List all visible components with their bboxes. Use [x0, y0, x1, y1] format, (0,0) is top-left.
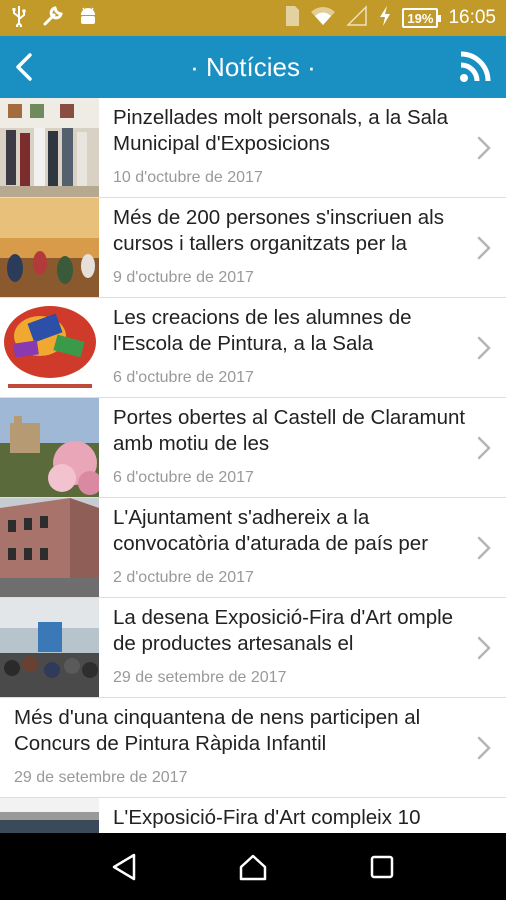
app-bar: · Notícies · [0, 36, 506, 98]
chevron-right-icon [477, 636, 491, 660]
usb-icon [10, 5, 28, 31]
triangle-back-icon [113, 853, 136, 880]
news-date: 9 d'octubre de 2017 [113, 269, 254, 286]
chevron-right-icon [477, 536, 491, 560]
status-time: 16:05 [448, 7, 496, 28]
page-title: · Notícies · [190, 51, 316, 82]
android-icon [78, 5, 98, 31]
chevron-right-icon [477, 136, 491, 160]
navigation-bar [0, 833, 506, 900]
nav-home-button[interactable] [223, 842, 283, 892]
news-date: 29 de setembre de 2017 [14, 769, 188, 786]
news-title: Més d'una cinquantena de nens participen… [14, 706, 421, 755]
news-list: Pinzellades molt personals, a la Sala Mu… [0, 98, 506, 833]
news-item[interactable]: Portes obertes al Castell de Claramunt a… [0, 398, 506, 498]
news-item[interactable]: Més de 200 persones s'inscriuen als curs… [0, 198, 506, 298]
news-title: Portes obertes al Castell de Claramunt a… [113, 406, 466, 455]
news-date: 6 d'octubre de 2017 [113, 369, 254, 386]
back-button[interactable] [0, 36, 48, 98]
news-title: Les creacions de les alumnes de l'Escola… [113, 306, 412, 355]
recents-icon [370, 855, 393, 878]
news-date: 29 de setembre de 2017 [113, 669, 287, 686]
news-item[interactable]: Pinzellades molt personals, a la Sala Mu… [0, 98, 506, 198]
news-thumbnail [0, 798, 99, 833]
charging-icon [378, 5, 392, 31]
news-title: La desena Exposició-Fira d'Art omple de … [113, 606, 454, 655]
news-item[interactable]: Les creacions de les alumnes de l'Escola… [0, 298, 506, 398]
news-thumbnail [0, 398, 99, 497]
news-item[interactable]: Més d'una cinquantena de nens participen… [0, 698, 506, 798]
chevron-right-icon [477, 336, 491, 360]
news-title: L'Exposició-Fira d'Art compleix 10 [113, 806, 421, 829]
battery-indicator: 19% [402, 8, 442, 28]
chevron-right-icon [477, 736, 491, 760]
wifi-icon [310, 5, 336, 31]
news-item[interactable]: L'Ajuntament s'adhereix a la convocatòri… [0, 498, 506, 598]
nav-recents-button[interactable] [352, 842, 412, 892]
news-date: 10 d'octubre de 2017 [113, 169, 263, 186]
status-bar: 19% 16:05 [0, 0, 506, 36]
news-thumbnail [0, 298, 99, 397]
news-item[interactable]: L'Exposició-Fira d'Art compleix 10 [0, 798, 506, 833]
news-date: 6 d'octubre de 2017 [113, 469, 254, 486]
home-icon [239, 854, 267, 880]
chevron-left-icon [16, 53, 32, 81]
news-title: Més de 200 persones s'inscriuen als curs… [113, 206, 444, 255]
news-thumbnail [0, 98, 99, 197]
battery-level: 19% [407, 10, 434, 26]
news-title: Pinzellades molt personals, a la Sala Mu… [113, 106, 449, 155]
rss-button[interactable] [454, 46, 496, 88]
nav-back-button[interactable] [94, 842, 154, 892]
sim-icon [284, 5, 300, 31]
rss-icon [460, 51, 491, 82]
news-title: L'Ajuntament s'adhereix a la convocatòri… [113, 506, 429, 555]
signal-icon [346, 5, 368, 31]
news-date: 2 d'octubre de 2017 [113, 569, 254, 586]
news-item[interactable]: La desena Exposició-Fira d'Art omple de … [0, 598, 506, 698]
news-thumbnail [0, 198, 99, 297]
news-thumbnail [0, 598, 99, 697]
chevron-right-icon [477, 436, 491, 460]
news-thumbnail [0, 498, 99, 597]
chevron-right-icon [477, 236, 491, 260]
wrench-icon [42, 5, 64, 31]
